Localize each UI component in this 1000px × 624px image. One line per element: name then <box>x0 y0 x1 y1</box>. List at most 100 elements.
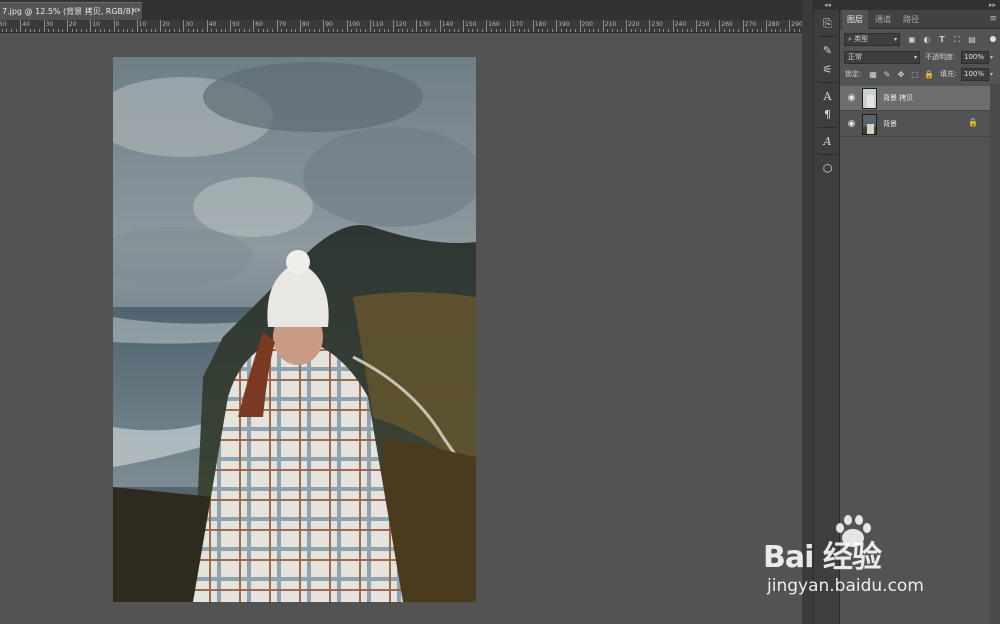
ruler-minor-tick <box>295 29 297 32</box>
ruler-tick <box>136 20 138 32</box>
type-filter-icon[interactable]: T <box>936 33 948 46</box>
expand-panel-icon[interactable]: ▸▸ <box>989 0 996 10</box>
lock-artboard-icon[interactable]: ⬚ <box>910 68 920 81</box>
ruler-minor-tick <box>202 29 204 32</box>
panel-menu-icon[interactable]: ≡ <box>989 14 997 24</box>
ruler-minor-tick <box>10 29 12 32</box>
ruler-minor-tick <box>15 29 17 32</box>
ruler-minor-tick <box>500 29 502 32</box>
opacity-field[interactable]: 100% <box>961 51 989 64</box>
ruler-minor-tick <box>621 29 623 32</box>
layers-scrollbar[interactable] <box>990 84 1000 624</box>
ruler-label: 220 <box>628 21 640 28</box>
ruler-label: 120 <box>395 21 407 28</box>
ruler-label: 30 <box>45 21 54 28</box>
ruler-minor-tick <box>332 29 334 32</box>
chevron-down-icon[interactable]: ▾ <box>990 68 993 81</box>
ruler-label: 10 <box>92 21 100 28</box>
eye-icon[interactable]: ◉ <box>846 119 857 130</box>
ruler-minor-tick <box>104 29 106 32</box>
ruler-minor-tick <box>271 29 273 32</box>
document-tab[interactable]: 7.jpg @ 12.5% (背景 拷贝, RGB/8) * × <box>0 2 142 20</box>
lock-position-icon[interactable]: ✥ <box>896 68 906 81</box>
ruler-minor-tick <box>663 29 665 32</box>
tab-paths[interactable]: 路径 <box>898 10 924 29</box>
blend-mode-select[interactable]: 正常 ▾ <box>844 51 920 64</box>
tool-separator <box>818 154 837 155</box>
ruler-minor-tick <box>197 29 199 32</box>
canvas-area[interactable] <box>0 34 802 624</box>
paragraph-icon[interactable]: ¶ <box>819 107 836 123</box>
glyphs-icon[interactable]: A <box>819 134 836 150</box>
filter-toggle[interactable] <box>990 36 996 42</box>
ruler-minor-tick <box>1 29 3 32</box>
ruler-minor-tick <box>677 29 679 32</box>
layer-row[interactable]: ◉ 背景 拷贝 <box>840 86 990 111</box>
adjustment-filter-icon[interactable]: ◐ <box>921 33 933 46</box>
layer-row[interactable]: ◉ 背景 🔒 <box>840 112 990 137</box>
tab-channels[interactable]: 通道 <box>870 10 896 29</box>
character-icon[interactable]: A <box>819 89 836 105</box>
lock-icon[interactable]: 🔒 <box>968 118 978 127</box>
watermark-brand: Bai 经验 <box>763 540 882 575</box>
watermark-url: jingyan.baidu.com <box>767 576 924 596</box>
ruler-minor-tick <box>127 29 129 32</box>
layer-name[interactable]: 背景 拷贝 <box>883 86 913 111</box>
document-image[interactable] <box>113 57 476 602</box>
blend-mode-value: 正常 <box>848 53 862 61</box>
ruler-minor-tick <box>239 29 241 32</box>
ruler-minor-tick <box>169 29 171 32</box>
ruler-minor-tick <box>775 29 777 32</box>
ruler-tick <box>369 20 371 32</box>
ruler-minor-tick <box>365 29 367 32</box>
horizontal-ruler[interactable]: 5040302010010203040506070809010011012013… <box>0 20 802 33</box>
ruler-tick <box>602 20 604 32</box>
ruler-label: 40 <box>22 21 30 28</box>
ruler-label: 290 <box>791 21 802 28</box>
ruler-minor-tick <box>411 29 413 32</box>
ruler-minor-tick <box>402 29 404 32</box>
brush-settings-icon[interactable]: ✎ <box>819 43 836 59</box>
filter-kind-select[interactable]: ⌕ 类型 ▾ <box>844 33 900 46</box>
chevron-down-icon[interactable]: ▾ <box>990 51 993 64</box>
ruler-label: 130 <box>418 21 430 28</box>
close-tab-icon[interactable]: × <box>130 3 138 20</box>
adjust-brush-icon[interactable]: ⚟ <box>819 62 836 78</box>
ruler-minor-tick <box>216 29 218 32</box>
ruler-minor-tick <box>607 29 609 32</box>
ruler-label: 20 <box>162 21 170 28</box>
3d-icon[interactable]: ⬡ <box>819 161 836 177</box>
collapse-panels-icon[interactable]: ◂◂ <box>814 0 841 10</box>
lock-image-icon[interactable]: ✎ <box>882 68 892 81</box>
shape-filter-icon[interactable]: ⛶ <box>951 33 963 46</box>
ruler-tick <box>183 20 185 32</box>
ruler-minor-tick <box>495 29 497 32</box>
opacity-label: 不透明度: <box>925 53 956 61</box>
chevron-down-icon: ▾ <box>913 54 917 61</box>
layer-name[interactable]: 背景 <box>883 112 897 137</box>
ruler-label: 100 <box>348 21 360 28</box>
fill-label: 填充: <box>940 70 957 78</box>
lock-all-icon[interactable]: 🔒 <box>924 68 934 81</box>
eye-icon[interactable]: ◉ <box>846 93 857 104</box>
pixel-filter-icon[interactable]: ▣ <box>906 33 918 46</box>
ruler-tick <box>113 20 115 32</box>
layer-thumbnail <box>862 88 877 109</box>
ruler-minor-tick <box>234 29 236 32</box>
tab-layers[interactable]: 图层 <box>842 10 868 29</box>
history-icon[interactable]: ⎘ <box>819 16 836 32</box>
ruler-minor-tick <box>733 29 735 32</box>
ruler-label: 270 <box>744 21 757 28</box>
ruler-minor-tick <box>220 29 222 32</box>
ruler-minor-tick <box>444 29 446 32</box>
ruler-label: 10 <box>138 21 147 28</box>
ruler-tick <box>672 20 674 32</box>
fill-field[interactable]: 100% <box>961 68 989 81</box>
ruler-minor-tick <box>337 29 339 32</box>
smart-object-filter-icon[interactable]: ▤ <box>966 33 978 46</box>
ruler-minor-tick <box>267 29 269 32</box>
ruler-minor-tick <box>388 29 390 32</box>
lock-transparent-icon[interactable]: ▦ <box>868 68 878 81</box>
ruler-minor-tick <box>658 29 660 32</box>
ruler-tick <box>90 20 92 32</box>
